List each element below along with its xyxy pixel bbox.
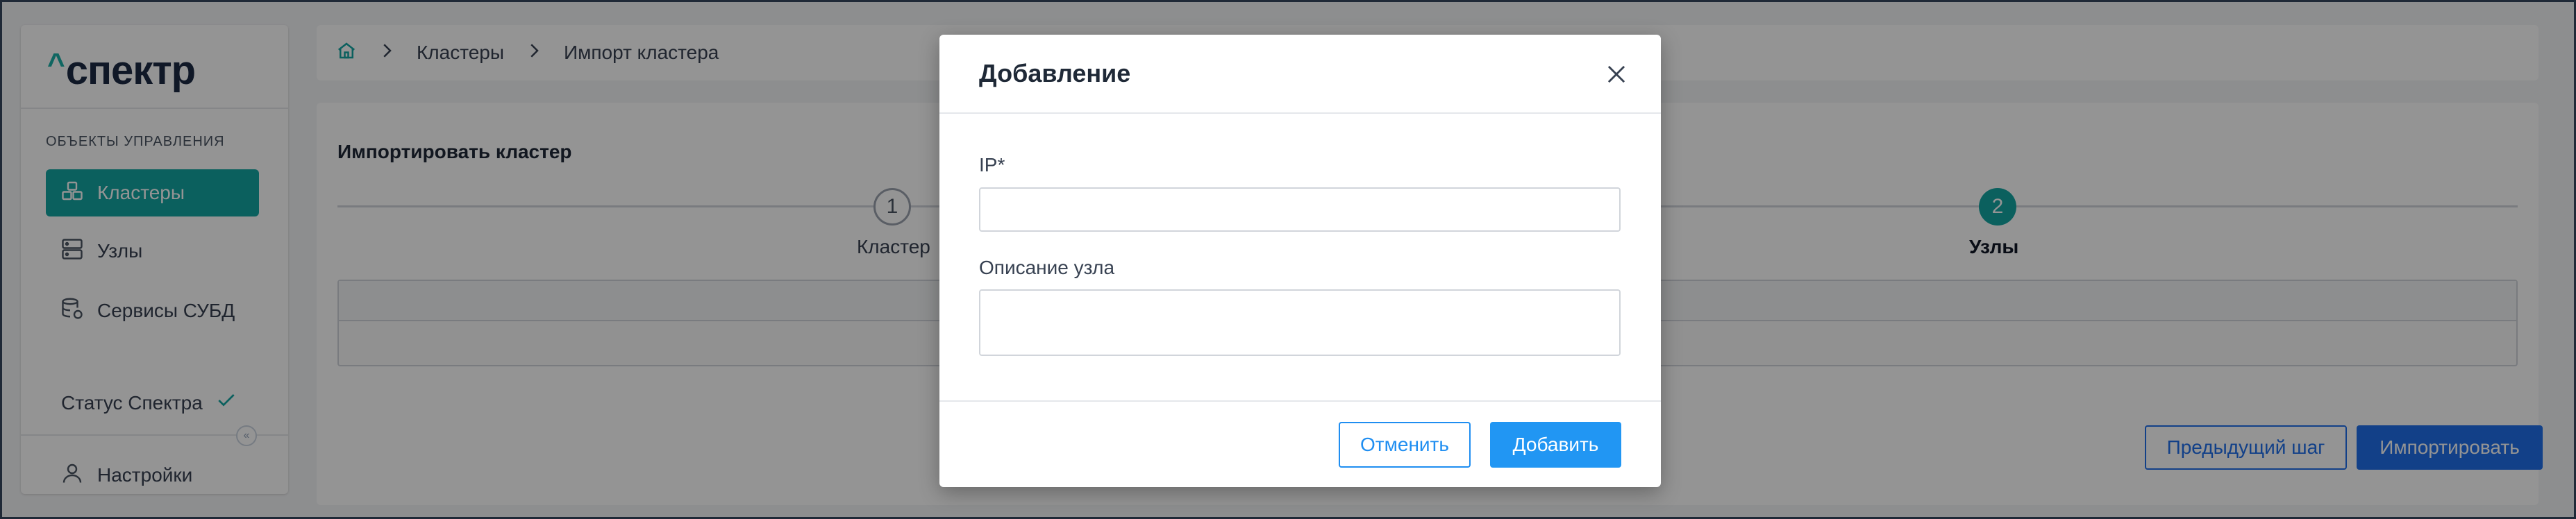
modal-header: Добавление — [939, 35, 1661, 114]
ip-input[interactable] — [979, 187, 1621, 232]
ip-label: IP* — [979, 154, 1005, 176]
modal-title: Добавление — [979, 59, 1131, 87]
node-description-field[interactable] — [979, 289, 1621, 356]
add-button[interactable]: Добавить — [1490, 422, 1621, 468]
node-description-label: Описание узла — [979, 257, 1115, 278]
close-icon — [1607, 65, 1625, 83]
modal-footer-divider — [939, 400, 1661, 402]
close-button[interactable] — [1603, 61, 1630, 87]
add-node-modal: Добавление IP* Описание узла Отменить До… — [939, 35, 1661, 487]
cancel-button[interactable]: Отменить — [1339, 422, 1471, 468]
